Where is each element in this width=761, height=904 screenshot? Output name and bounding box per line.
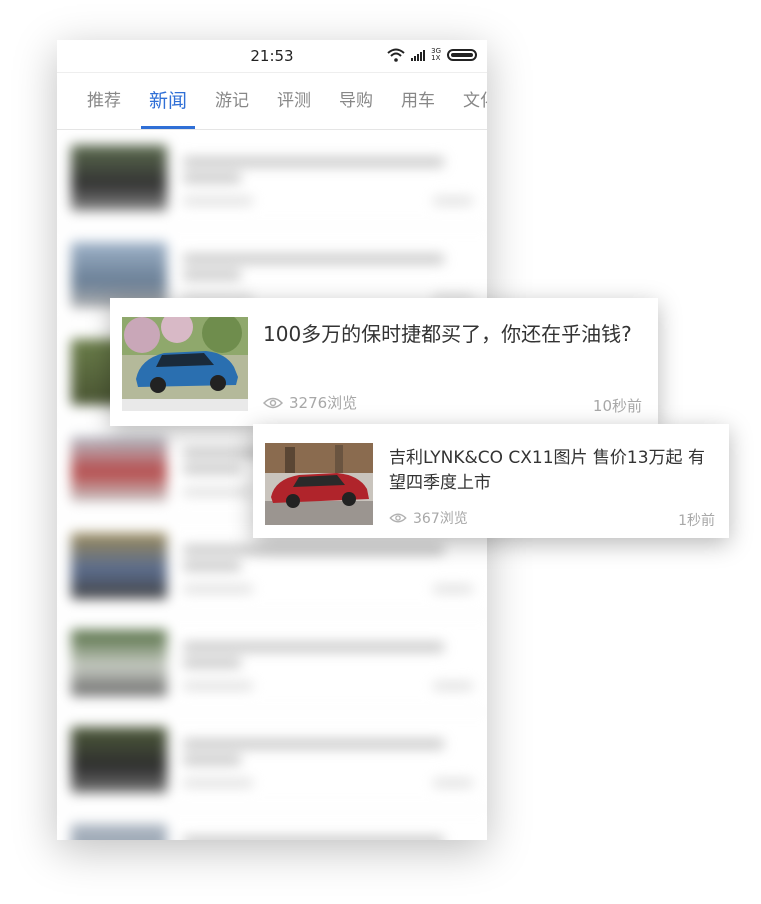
list-item[interactable] xyxy=(57,130,487,227)
tab-buying-guide[interactable]: 导购 xyxy=(339,73,373,129)
tab-car-use[interactable]: 用车 xyxy=(401,73,435,129)
status-time: 21:53 xyxy=(250,47,294,65)
list-item[interactable] xyxy=(57,712,487,809)
eye-icon xyxy=(263,397,283,408)
category-tabs: 推荐 新闻 游记 评测 导购 用车 文化技 xyxy=(57,73,487,130)
article-views: 367浏览 xyxy=(389,508,468,528)
battery-icon xyxy=(447,49,477,61)
article-thumbnail xyxy=(265,443,373,525)
tab-culture[interactable]: 文化技 xyxy=(463,73,487,129)
tab-recommend[interactable]: 推荐 xyxy=(87,73,121,129)
article-time: 1秒前 xyxy=(678,513,715,529)
article-views: 3276浏览 xyxy=(263,392,357,413)
list-item[interactable] xyxy=(57,615,487,712)
article-title: 吉利LYNK&CO CX11图片 售价13万起 有望四季度上市 xyxy=(389,448,705,493)
status-bar: 21:53 3G 1X xyxy=(57,40,487,73)
eye-icon xyxy=(389,513,407,523)
featured-article-card[interactable]: 100多万的保时捷都买了，你还在乎油钱? 3276浏览 10秒前 xyxy=(110,298,658,426)
views-count: 367浏览 xyxy=(413,511,468,527)
blue-car-image xyxy=(122,317,248,411)
tab-review[interactable]: 评测 xyxy=(277,73,311,129)
red-car-image xyxy=(265,443,373,525)
list-item[interactable] xyxy=(57,809,487,840)
article-title: 100多万的保时捷都买了，你还在乎油钱? xyxy=(263,322,632,346)
network-type: 3G 1X xyxy=(431,47,441,62)
article-thumbnail xyxy=(122,317,248,411)
tab-news[interactable]: 新闻 xyxy=(140,73,196,129)
tab-travel[interactable]: 游记 xyxy=(215,73,249,129)
signal-icon xyxy=(411,49,426,61)
article-time: 10秒前 xyxy=(592,397,642,415)
views-count: 3276浏览 xyxy=(289,394,358,412)
wifi-icon xyxy=(387,48,405,62)
featured-article-card[interactable]: 吉利LYNK&CO CX11图片 售价13万起 有望四季度上市 367浏览 1秒… xyxy=(253,424,729,538)
status-icons: 3G 1X xyxy=(387,48,477,62)
